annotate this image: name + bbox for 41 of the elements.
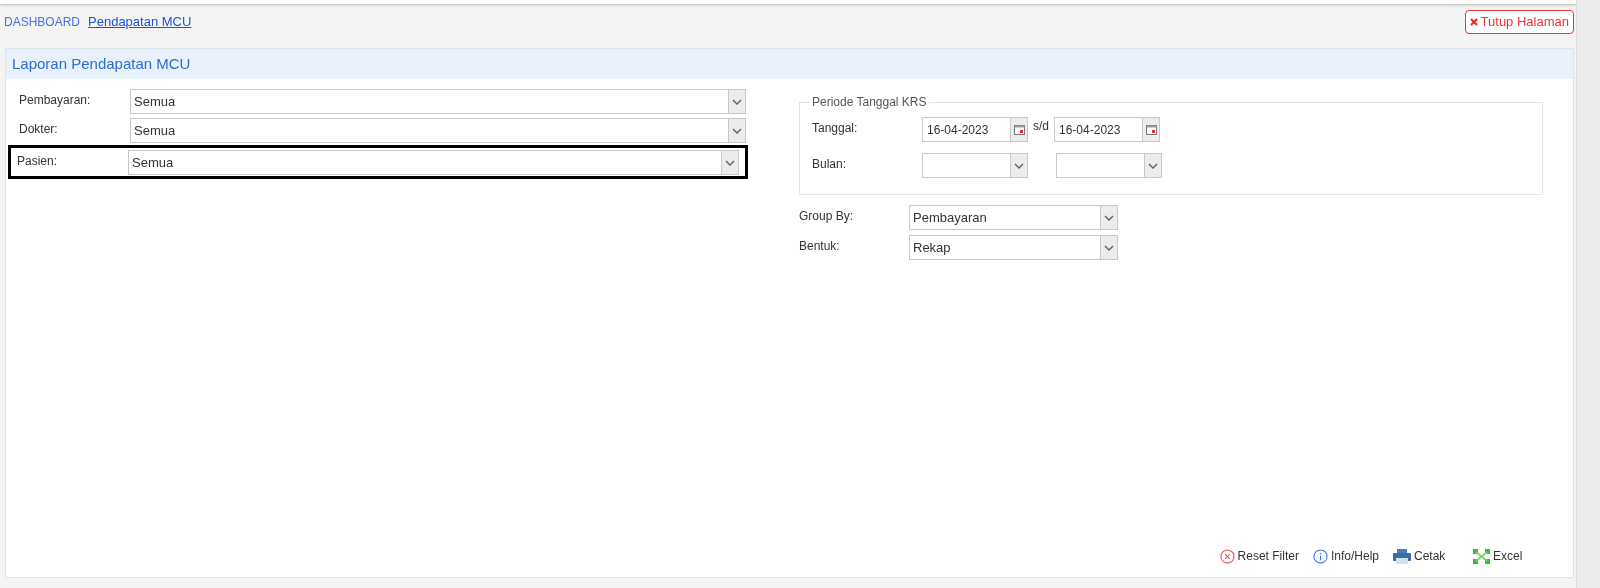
action-button[interactable]: Reset Filter (1219, 547, 1299, 565)
chevron-down-icon (1148, 162, 1158, 169)
breadcrumb-link[interactable]: DASHBOARD (4, 13, 80, 31)
field-label: Dokter: (19, 121, 59, 138)
dropdown[interactable]: Semua (130, 89, 746, 114)
action-button[interactable]: Excel (1473, 547, 1539, 565)
dropdown[interactable] (922, 153, 1028, 178)
breadcrumb-link[interactable]: Pendapatan MCU (88, 12, 192, 32)
date-field[interactable]: 16-04-2023 (1054, 117, 1160, 142)
close-icon (1469, 18, 1478, 26)
field-label: Bulan: (812, 156, 848, 173)
chevron-down-icon (732, 127, 742, 134)
field-label: Pembayaran: (19, 92, 92, 109)
fieldset-legend: Periode Tanggal KRS (810, 93, 929, 111)
chevron-down-icon (1104, 244, 1114, 251)
dropdown[interactable]: Semua (130, 118, 746, 143)
calendar-icon (1145, 124, 1157, 135)
field-label: Group By: (799, 208, 855, 225)
scrollbar[interactable] (1576, 0, 1600, 588)
dropdown[interactable]: Pembayaran (909, 205, 1118, 230)
separator-text: s/d (1032, 118, 1050, 135)
chevron-down-icon (732, 98, 742, 105)
action-button[interactable]: Info/Help (1312, 547, 1379, 565)
field-label: Tanggal: (812, 120, 859, 137)
dropdown[interactable] (1056, 153, 1162, 178)
dropdown[interactable]: Semua (128, 150, 739, 175)
printer-icon (1393, 548, 1411, 564)
close-page-button[interactable]: Tutup Halaman (1464, 10, 1574, 34)
close-circle-icon (1219, 548, 1235, 564)
dropdown[interactable]: Rekap (909, 235, 1118, 260)
field-label: Bentuk: (799, 238, 841, 255)
chevron-down-icon (1104, 214, 1114, 221)
chevron-down-icon (725, 159, 735, 166)
info-icon (1312, 548, 1328, 564)
chevron-down-icon (1014, 162, 1024, 169)
action-button[interactable]: Cetak (1393, 547, 1459, 565)
field-label: Pasien: (17, 153, 59, 170)
date-field[interactable]: 16-04-2023 (922, 117, 1028, 142)
calendar-icon (1013, 124, 1025, 135)
panel-title: Laporan Pendapatan MCU (12, 53, 191, 74)
network-icon (1473, 548, 1490, 564)
